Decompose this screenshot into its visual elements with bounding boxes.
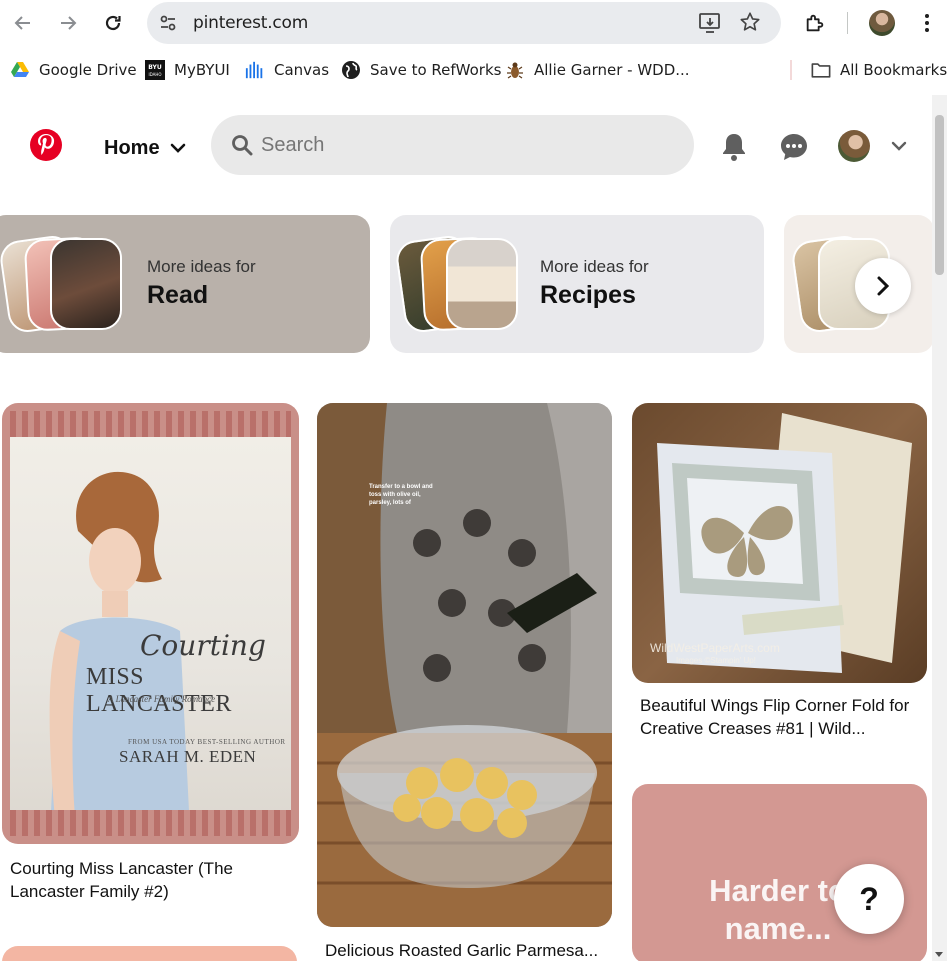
extensions-button[interactable] [800,8,830,38]
bookmark-star-icon[interactable] [739,11,763,35]
pin-watermark-sub: Images ©Stampin' Up! [676,656,756,665]
scrollbar-thumb[interactable] [935,115,944,275]
pin-image[interactable]: Courting MISS LANCASTER A Lancaster Fami… [2,403,299,844]
idea-text: More ideas for Recipes [540,257,649,310]
browser-profile-avatar[interactable] [869,10,895,36]
forward-button[interactable] [53,8,83,38]
chevron-down-icon [891,141,907,151]
user-avatar[interactable] [838,130,870,162]
address-bar[interactable]: pinterest.com [147,2,781,44]
forward-arrow-icon [61,16,77,30]
cover-main-title: MISS LANCASTER [86,664,232,717]
byui-icon: BYU IDAHO [145,60,165,80]
bell-icon [723,134,745,161]
globe-icon [341,60,361,80]
reload-button[interactable] [98,8,128,38]
pin-partial[interactable] [2,946,297,961]
browser-toolbar: pinterest.com Google Drive BYU IDAHO MyBY… [0,0,947,95]
site-settings-icon[interactable] [155,10,181,36]
back-button[interactable] [8,8,38,38]
idea-thumbnails [393,233,520,335]
back-arrow-icon [14,16,30,30]
bookmarks-bar: Google Drive BYU IDAHO MyBYUI Canvas Save… [0,56,947,84]
bookmark-label: Allie Garner - WDD... [534,61,690,79]
idea-thumbnails [0,233,124,335]
home-dropdown[interactable]: Home [92,124,198,172]
cover-subtitle: A Lancaster Family Romance [108,694,216,704]
cover-border [10,810,291,836]
search-input[interactable] [261,127,661,163]
pin-image[interactable]: WildWestPaperArts.com Images ©Stampin' U… [632,403,927,683]
bookmark-refworks[interactable]: Save to RefWorks [341,60,501,80]
chevron-down-icon [170,143,185,153]
messages-button[interactable] [774,127,814,167]
bookmark-label: MyBYUI [174,61,230,79]
bookmark-label: Save to RefWorks [370,61,502,79]
chevron-right-icon [877,276,890,296]
install-app-icon[interactable] [698,12,722,34]
pin-title[interactable]: Beautiful Wings Flip Corner Fold for Cre… [640,694,925,740]
chat-bubble-icon [781,134,807,160]
bookmarks-divider [790,60,792,80]
idea-text: More ideas for Read [147,257,256,310]
book-cover: Courting MISS LANCASTER A Lancaster Fami… [10,411,291,836]
bookmark-label: Google Drive [39,61,137,79]
all-bookmarks-button[interactable]: All Bookmarks [811,60,947,80]
bookmark-canvas[interactable]: Canvas [245,60,329,80]
svg-text:BYU: BYU [148,64,162,71]
canvas-icon [245,60,265,80]
bookmark-label: All Bookmarks [840,61,947,79]
search-icon [232,135,253,156]
scroll-down-arrow-icon[interactable] [935,952,943,957]
url-text: pinterest.com [193,13,309,33]
pin-watermark: WildWestPaperArts.com [650,641,780,655]
puzzle-icon [806,14,824,32]
notifications-button[interactable] [714,127,754,167]
svg-text:IDAHO: IDAHO [148,72,161,77]
thumbnail [446,238,518,330]
pinterest-p-icon [38,134,55,155]
cover-author: SARAH M. EDEN [119,747,257,766]
google-drive-icon [10,60,30,80]
bookmark-label: Canvas [274,61,330,79]
thumbnail [50,238,122,330]
cover-tagline: FROM USA TODAY BEST-SELLING AUTHOR [128,738,286,746]
idea-card-recipes[interactable]: More ideas for Recipes [390,215,764,353]
browser-menu-button[interactable] [915,9,939,37]
pin-overlay-text: Transfer to a bowl and toss with olive o… [369,484,433,506]
pin-title[interactable]: Courting Miss Lancaster (The Lancaster F… [10,857,295,903]
cover-script-title: Courting [140,629,266,662]
cover-border [10,411,291,437]
toolbar-divider [847,12,848,34]
idea-title: Read [147,281,209,309]
idea-title: Recipes [540,281,636,309]
bookmark-allie-garner[interactable]: Allie Garner - WDD... [505,60,690,80]
idea-kicker: More ideas for [147,257,256,276]
page-scrollbar[interactable] [932,95,947,961]
folder-icon [811,60,831,80]
idea-card-read[interactable]: More ideas for Read [0,215,370,353]
pin-image[interactable]: Transfer to a bowl and toss with olive o… [317,403,612,927]
pin-title[interactable]: Delicious Roasted Garlic Parmesa... [325,939,610,961]
reload-icon [105,15,121,31]
cooking-illustration [317,403,612,927]
help-button[interactable]: ? [834,864,904,934]
bookmark-google-drive[interactable]: Google Drive [10,60,137,80]
bug-icon [505,60,525,80]
account-options-button[interactable] [888,135,910,157]
carousel-next-button[interactable] [855,258,911,314]
idea-kicker: More ideas for [540,257,649,276]
home-label: Home [104,136,160,159]
bookmark-mybyui[interactable]: BYU IDAHO MyBYUI [145,60,230,80]
pinterest-logo[interactable] [30,129,62,161]
search-bar [211,115,694,175]
